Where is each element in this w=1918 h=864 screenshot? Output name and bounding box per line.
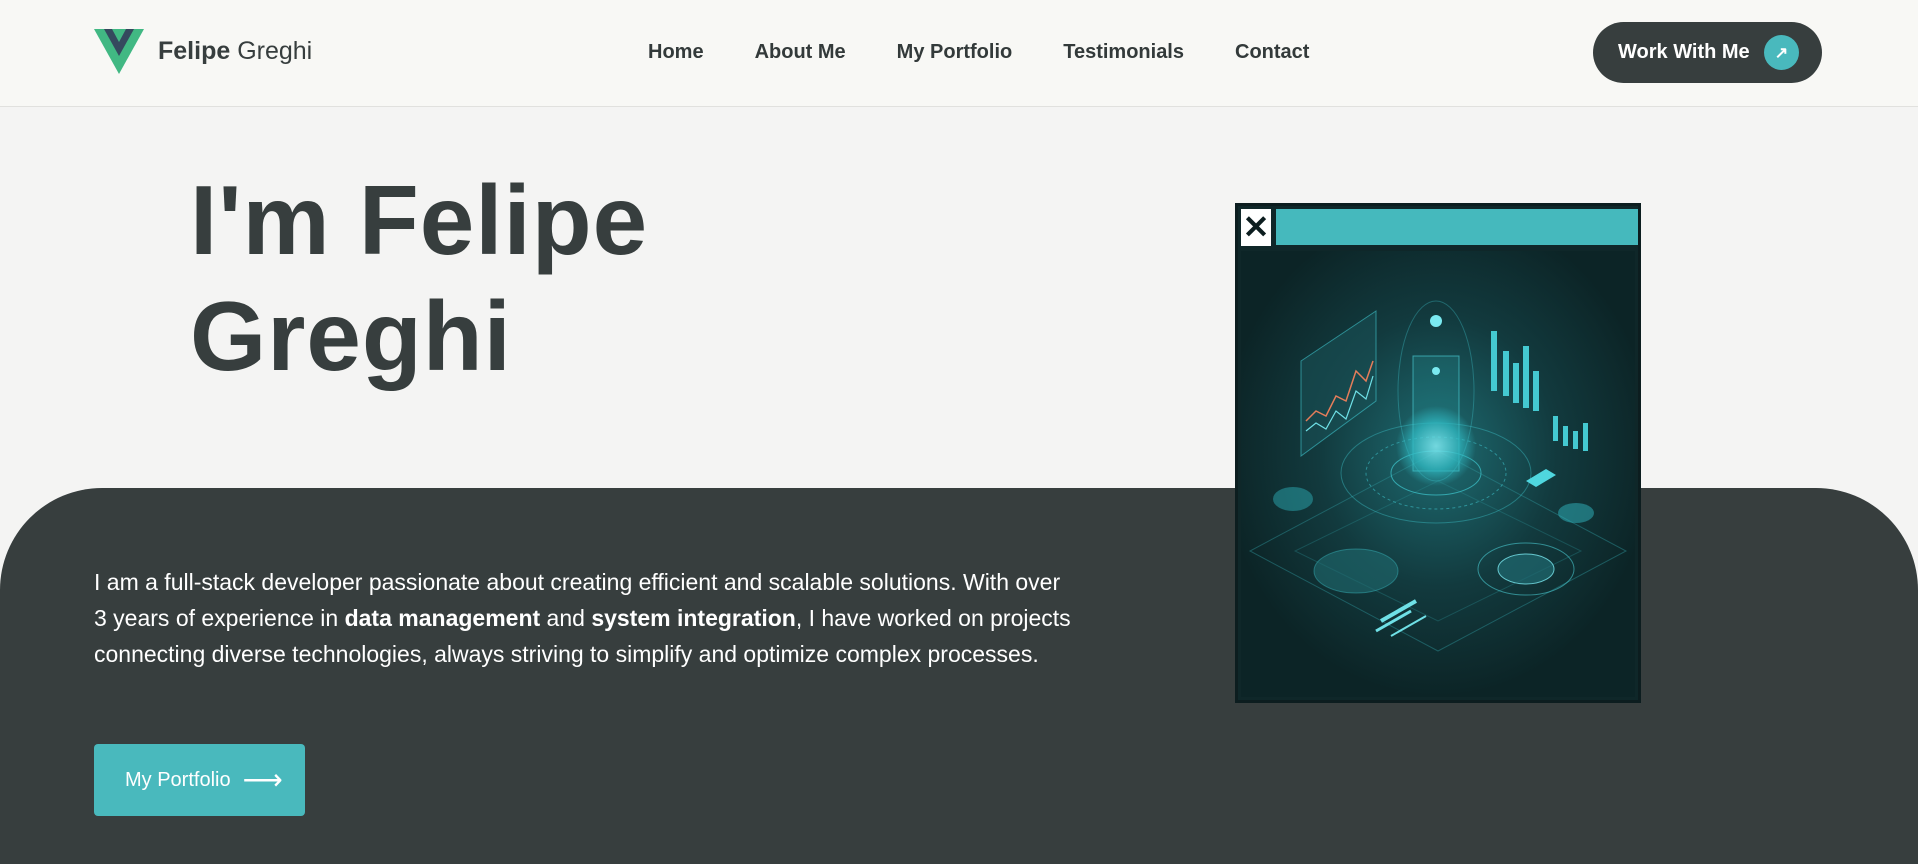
nav-testimonials[interactable]: Testimonials [1063, 41, 1184, 63]
work-with-me-label: Work With Me [1618, 41, 1750, 63]
work-with-me-button[interactable]: Work With Me ↗ [1593, 22, 1822, 83]
window-title-bar [1276, 209, 1638, 245]
retro-window-card: ✕ [1235, 203, 1641, 703]
site-header: Felipe Greghi Home About Me My Portfolio… [0, 0, 1918, 107]
brand[interactable]: Felipe Greghi [94, 29, 312, 74]
my-portfolio-button[interactable]: My Portfolio ⟶ [94, 744, 305, 816]
intro-part2: and [540, 605, 592, 631]
my-portfolio-label: My Portfolio [125, 768, 231, 791]
brand-first-name: Felipe [158, 37, 231, 65]
intro-bold-data-management: data management [344, 605, 541, 631]
brand-name: Felipe Greghi [158, 39, 312, 64]
nav-my-portfolio[interactable]: My Portfolio [897, 41, 1013, 63]
brand-last-name: Greghi [237, 37, 313, 65]
hero-title: I'm Felipe Greghi [190, 162, 648, 394]
main-nav: Home About Me My Portfolio Testimonials … [648, 41, 1309, 63]
vue-logo-icon [94, 29, 144, 74]
intro-bold-system-integration: system integration [591, 605, 796, 631]
arrow-right-icon: ⟶ [242, 764, 283, 795]
intro-text: I am a full-stack developer passionate a… [94, 564, 1074, 672]
hero-title-line1: I'm Felipe [190, 165, 649, 275]
nav-contact[interactable]: Contact [1235, 41, 1309, 63]
nav-about-me[interactable]: About Me [755, 41, 846, 63]
hero-title-line2: Greghi [190, 281, 512, 391]
close-icon[interactable]: ✕ [1241, 209, 1271, 246]
nav-home[interactable]: Home [648, 41, 704, 63]
isometric-dashboard-illustration [1241, 251, 1635, 697]
arrow-up-right-icon: ↗ [1764, 35, 1799, 70]
